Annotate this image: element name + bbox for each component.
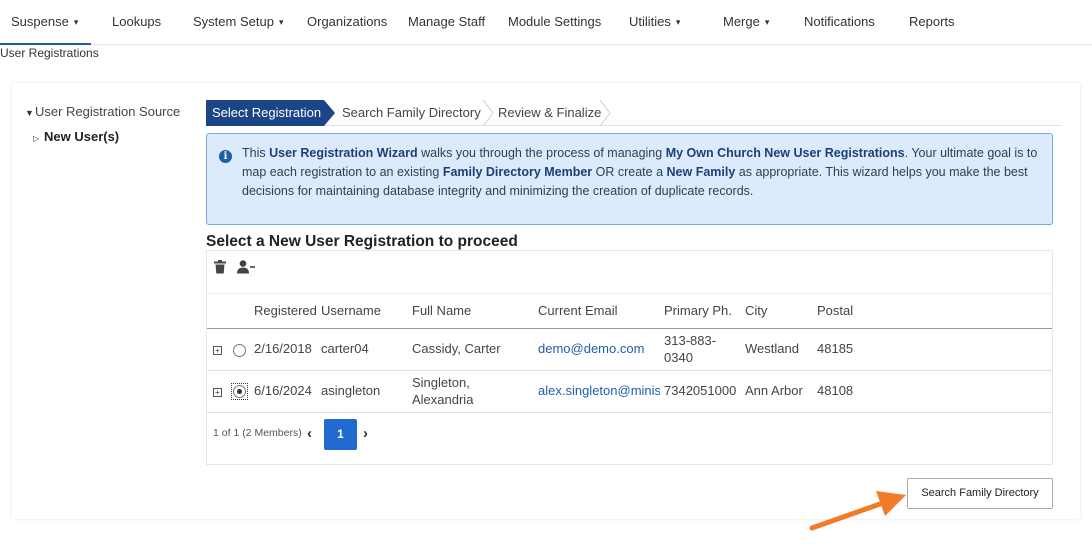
pager-info: 1 of 1 (2 Members) (213, 427, 302, 439)
cell-username: carter04 (321, 341, 369, 356)
registration-source-tree: ▼User Registration Source ▷ New User(s) (25, 104, 180, 144)
table-row[interactable]: + 2/16/2018 carter04 Cassidy, Carter dem… (207, 329, 1052, 371)
nav-notifications[interactable]: Notifications (804, 0, 875, 44)
trash-icon[interactable] (214, 260, 226, 274)
section-title: Select a New User Registration to procee… (206, 233, 518, 250)
nav-manage-staff[interactable]: Manage Staff (408, 0, 485, 44)
cell-email-link[interactable]: demo@demo.com (538, 341, 660, 356)
cell-phone: 313-883-0340 (664, 333, 717, 365)
nav-suspense-label: Suspense (11, 14, 69, 29)
nav-notifications-label: Notifications (804, 14, 875, 29)
column-header-postal[interactable]: Postal (817, 294, 853, 330)
cell-registered: 6/16/2024 (254, 383, 312, 398)
column-header-registered[interactable]: Registered (254, 294, 317, 330)
grid-header-row: Registered Username Full Name Current Em… (207, 293, 1052, 329)
chevron-down-icon: ▾ (278, 17, 284, 27)
info-circle-icon: i (219, 150, 232, 163)
column-header-current-email[interactable]: Current Email (538, 294, 617, 330)
cell-city: Ann Arbor (745, 383, 803, 398)
column-header-primary-phone[interactable]: Primary Ph. (664, 294, 732, 330)
chevron-down-icon: ▾ (764, 17, 770, 27)
step-search-family-directory[interactable]: Search Family Directory (342, 100, 481, 126)
remove-user-icon[interactable] (237, 260, 255, 274)
expand-row-icon[interactable]: + (213, 388, 222, 397)
annotation-arrow-icon (809, 491, 906, 531)
caret-right-icon[interactable]: ▷ (33, 134, 44, 143)
column-header-username[interactable]: Username (321, 294, 381, 330)
table-row[interactable]: + 6/16/2024 asingleton Singleton, Alexan… (207, 371, 1052, 413)
pager-prev-icon[interactable]: ‹ (307, 425, 312, 442)
info-bold-church-registrations: My Own Church New User Registrations (665, 146, 905, 160)
tree-child-new-users[interactable]: ▷ New User(s) (33, 129, 119, 144)
top-navigation-bar: Suspense ▾ Lookups System Setup ▾ Organiza… (0, 0, 1092, 45)
nav-utilities[interactable]: Utilities ▾ (629, 0, 680, 44)
nav-organizations[interactable]: Organizations (307, 0, 387, 44)
info-bold-family-member: Family Directory Member (442, 165, 593, 179)
nav-reports[interactable]: Reports (909, 0, 955, 44)
chevron-down-icon: ▾ (675, 17, 681, 27)
search-family-directory-button[interactable]: Search Family Directory (907, 478, 1053, 509)
cell-postal: 48108 (817, 383, 854, 398)
breadcrumb: User Registrations (0, 46, 99, 60)
info-text-part: This (242, 146, 270, 160)
nav-module-settings[interactable]: Module Settings (508, 0, 601, 44)
cell-registered: 2/16/2018 (254, 341, 312, 356)
nav-lookups[interactable]: Lookups (112, 0, 161, 44)
caret-down-icon[interactable]: ▼ (25, 108, 35, 118)
expand-row-icon[interactable]: + (213, 346, 222, 355)
column-header-full-name[interactable]: Full Name (412, 294, 471, 330)
info-text-part: walks you through the process of managin… (417, 146, 666, 160)
row-select-radio[interactable] (233, 385, 246, 398)
pager-page-button[interactable]: 1 (324, 419, 357, 450)
info-text-part: OR create a (592, 165, 667, 179)
chevron-down-icon: ▾ (73, 17, 79, 27)
pager-next-icon[interactable]: › (363, 425, 368, 442)
wizard-steps: Select Registration Search Family Direct… (206, 100, 1062, 126)
step-separator-icon (482, 100, 494, 126)
cell-phone: 7342051000 (664, 383, 737, 398)
cell-email-link[interactable]: alex.singleton@minist (538, 383, 660, 398)
nav-organizations-label: Organizations (307, 14, 388, 29)
nav-reports-label: Reports (909, 14, 955, 29)
nav-manage-staff-label: Manage Staff (408, 14, 486, 29)
cell-full-name: Cassidy, Carter (412, 341, 501, 356)
nav-suspense[interactable]: Suspense ▾ (0, 0, 91, 45)
tree-child-label: New User(s) (44, 129, 120, 144)
step-review-finalize[interactable]: Review & Finalize (498, 100, 601, 126)
row-select-radio[interactable] (233, 344, 246, 357)
tree-root-item[interactable]: ▼User Registration Source (25, 104, 180, 119)
tree-root-label: User Registration Source (35, 104, 181, 119)
nav-merge-label: Merge (723, 14, 760, 29)
cell-full-name: Singleton, Alexandria (412, 375, 474, 407)
step-separator-icon (599, 100, 611, 126)
nav-module-settings-label: Module Settings (508, 14, 602, 29)
cell-postal: 48185 (817, 341, 854, 356)
nav-utilities-label: Utilities (629, 14, 671, 29)
nav-lookups-label: Lookups (112, 14, 162, 29)
wizard-info-box: i This User Registration Wizard walks yo… (206, 133, 1053, 225)
step-select-registration[interactable]: Select Registration (206, 100, 335, 126)
nav-system-setup-label: System Setup (193, 14, 274, 29)
wizard-info-text: This User Registration Wizard walks you … (242, 144, 1042, 201)
cell-city: Westland (745, 341, 799, 356)
column-header-city[interactable]: City (745, 294, 767, 330)
cell-username: asingleton (321, 383, 381, 398)
nav-system-setup[interactable]: System Setup ▾ (193, 0, 283, 44)
info-bold-new-family: New Family (666, 165, 736, 179)
info-bold-wizard-name: User Registration Wizard (269, 146, 418, 160)
registrations-grid: Registered Username Full Name Current Em… (206, 250, 1053, 465)
nav-merge[interactable]: Merge ▾ (723, 0, 769, 44)
